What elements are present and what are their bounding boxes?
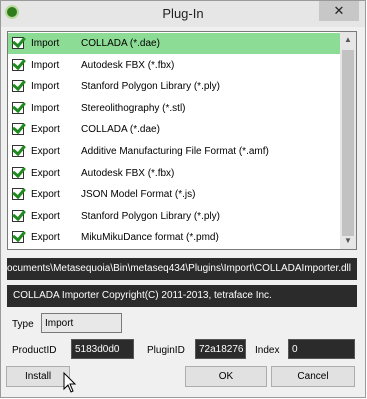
plugin-row[interactable]: Export COLLADA (*.dae) — [8, 119, 340, 140]
plugin-row[interactable]: Import Stanford Polygon Library (*.ply) — [8, 76, 340, 97]
plugin-row[interactable]: Import Autodesk FBX (*.fbx) — [8, 55, 340, 76]
mouse-pointer-icon — [63, 372, 77, 393]
plugin-format: Stanford Polygon Library (*.ply) — [81, 210, 220, 222]
plugin-row[interactable]: Export MikuMikuDance format (*.pmd) — [8, 227, 340, 248]
plugin-format: Autodesk FBX (*.fbx) — [81, 59, 175, 71]
scroll-down-arrow-icon[interactable]: ▼ — [340, 233, 356, 249]
plugin-format: Additive Manufacturing File Format (*.am… — [81, 146, 269, 157]
plugin-format: Stereolithography (*.stl) — [81, 102, 186, 114]
checkbox-checked-icon[interactable] — [12, 166, 24, 179]
plugin-kind: Export — [31, 167, 60, 179]
cancel-button[interactable]: Cancel — [271, 366, 355, 387]
scroll-up-arrow-icon[interactable]: ▲ — [340, 32, 356, 48]
ok-button[interactable]: OK — [185, 366, 267, 387]
checkbox-checked-icon[interactable] — [12, 37, 24, 49]
list-scrollbar[interactable]: ▲ ▼ — [340, 32, 356, 249]
index-label: Index — [255, 345, 280, 356]
plugin-path-text: ocuments\Metasequoia\Bin\metaseq434\Plug… — [7, 263, 351, 274]
title-bar: Plug-In ✕ — [1, 1, 365, 27]
plugin-kind: Export — [31, 189, 60, 201]
plugin-kind: Import — [31, 38, 60, 49]
product-id-field: 5183d0d0 — [71, 339, 134, 359]
close-button[interactable]: ✕ — [319, 1, 359, 21]
checkbox-checked-icon[interactable] — [12, 188, 24, 201]
checkbox-checked-icon[interactable] — [12, 101, 24, 114]
index-field: 0 — [288, 339, 355, 359]
checkbox-checked-icon[interactable] — [12, 209, 24, 222]
plugin-kind: Export — [31, 146, 60, 157]
plugin-row[interactable]: Export Autodesk FBX (*.fbx) — [8, 163, 340, 184]
checkbox-checked-icon[interactable] — [12, 80, 24, 93]
plugin-path-field: ocuments\Metasequoia\Bin\metaseq434\Plug… — [7, 258, 357, 280]
plugin-id-label: PluginID — [147, 345, 185, 356]
plugin-description-field: COLLADA Importer Copyright(C) 2011-2013,… — [7, 285, 357, 307]
checkbox-checked-icon[interactable] — [12, 145, 24, 157]
plugin-format: JSON Model Format (*.js) — [81, 189, 196, 201]
plugin-kind: Import — [31, 59, 60, 71]
plugin-format: MikuMikuDance format (*.pmd) — [81, 232, 219, 244]
checkbox-checked-icon[interactable] — [12, 123, 24, 136]
plugin-kind: Export — [31, 210, 60, 222]
plugin-format: COLLADA (*.dae) — [81, 38, 160, 49]
plugin-row[interactable]: Import COLLADA (*.dae) — [8, 33, 340, 54]
plugin-kind: Export — [31, 232, 60, 244]
type-label: Type — [12, 319, 34, 330]
plugin-format: Autodesk FBX (*.fbx) — [81, 167, 175, 179]
plugin-format: COLLADA (*.dae) — [81, 124, 160, 136]
product-id-label: ProductID — [12, 345, 57, 356]
plugin-id-field: 72a18276 — [195, 339, 246, 359]
checkbox-checked-icon[interactable] — [12, 231, 24, 244]
scroll-thumb[interactable] — [342, 50, 354, 236]
plugin-kind: Import — [31, 102, 60, 114]
plugin-row[interactable]: Export JSON Model Format (*.js) — [8, 184, 340, 205]
checkbox-checked-icon[interactable] — [12, 58, 24, 71]
plugin-row[interactable]: Import Stereolithography (*.stl) — [8, 98, 340, 119]
plugin-dialog: Plug-In ✕ Import COLLADA (*.dae) Import Aut… — [0, 0, 366, 398]
plugin-row[interactable]: Export Additive Manufacturing File Format… — [8, 141, 340, 162]
type-field: Import — [41, 313, 122, 333]
window-title: Plug-In — [162, 6, 204, 21]
plugin-list[interactable]: Import COLLADA (*.dae) Import Autodesk FBX … — [7, 31, 357, 250]
plugin-row[interactable]: Export Stanford Polygon Library (*.ply) — [8, 206, 340, 227]
plugin-format: Stanford Polygon Library (*.ply) — [81, 81, 220, 93]
install-button[interactable]: Install — [6, 366, 70, 387]
plugin-kind: Export — [31, 124, 60, 136]
plugin-kind: Import — [31, 81, 60, 93]
